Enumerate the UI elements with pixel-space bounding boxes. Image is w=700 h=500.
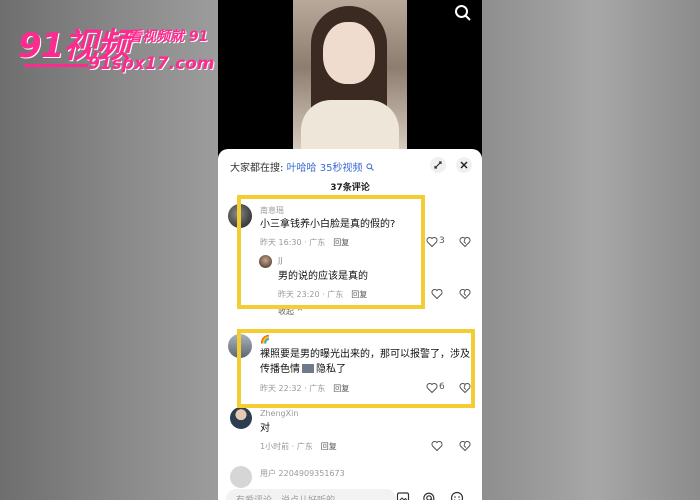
avatar[interactable] [230,407,252,429]
heart-icon[interactable] [431,288,443,300]
reply-button[interactable]: 回复 [321,442,337,451]
emoji-icon[interactable] [450,491,464,500]
search-icon [366,163,374,171]
comment-input-bar: 有爱评论，说点儿好听的 [218,485,482,500]
at-icon[interactable] [422,491,436,500]
video-person-face [323,22,375,84]
comment-sheet: 大家都在搜: 叶哈哈 35秒视频 37条评论 南息瑶 小三拿钱养小白脸是真的假的… [218,149,482,500]
hot-search-prefix: 大家都在搜: [230,163,284,174]
highlight-box [237,329,475,408]
dislike-icon[interactable] [459,236,471,248]
watermark-tagline: 看视频就 91 [128,29,209,45]
dislike-icon[interactable] [459,288,471,300]
comment-username[interactable]: ZhengXin [260,409,298,418]
watermark-logo: 91视频 看视频就 91 91spx17.com [18,18,228,78]
expand-icon[interactable] [430,157,446,173]
watermark-url: 91spx17.com [88,54,215,74]
like-count: 3 [439,236,445,246]
phone-screen: 大家都在搜: 叶哈哈 35秒视频 37条评论 南息瑶 小三拿钱养小白脸是真的假的… [218,0,482,500]
comment-meta: 1小时前 · 广东 回复 [260,441,337,452]
comment-count: 37条评论 [330,183,370,193]
comment-time: 1小时前 · 广东 [260,442,313,451]
video-person-shirt [301,100,399,150]
dislike-icon[interactable] [459,440,471,452]
heart-icon [426,236,438,248]
hot-search-keyword[interactable]: 叶哈哈 35秒视频 [287,163,363,174]
close-icon[interactable] [456,157,472,173]
like-button[interactable]: 3 [426,236,454,248]
comment-text: 对 [260,423,270,434]
comment-input[interactable]: 有爱评论，说点儿好听的 [226,489,396,500]
search-icon[interactable] [454,4,472,22]
hot-search[interactable]: 大家都在搜: 叶哈哈 35秒视频 [230,159,374,174]
image-icon[interactable] [396,491,410,500]
highlight-box [237,195,425,309]
watermark-underline [24,64,88,67]
heart-icon[interactable] [431,440,443,452]
comment-username[interactable]: 用户 2204909351673 [260,468,345,479]
video-player[interactable] [293,0,407,150]
